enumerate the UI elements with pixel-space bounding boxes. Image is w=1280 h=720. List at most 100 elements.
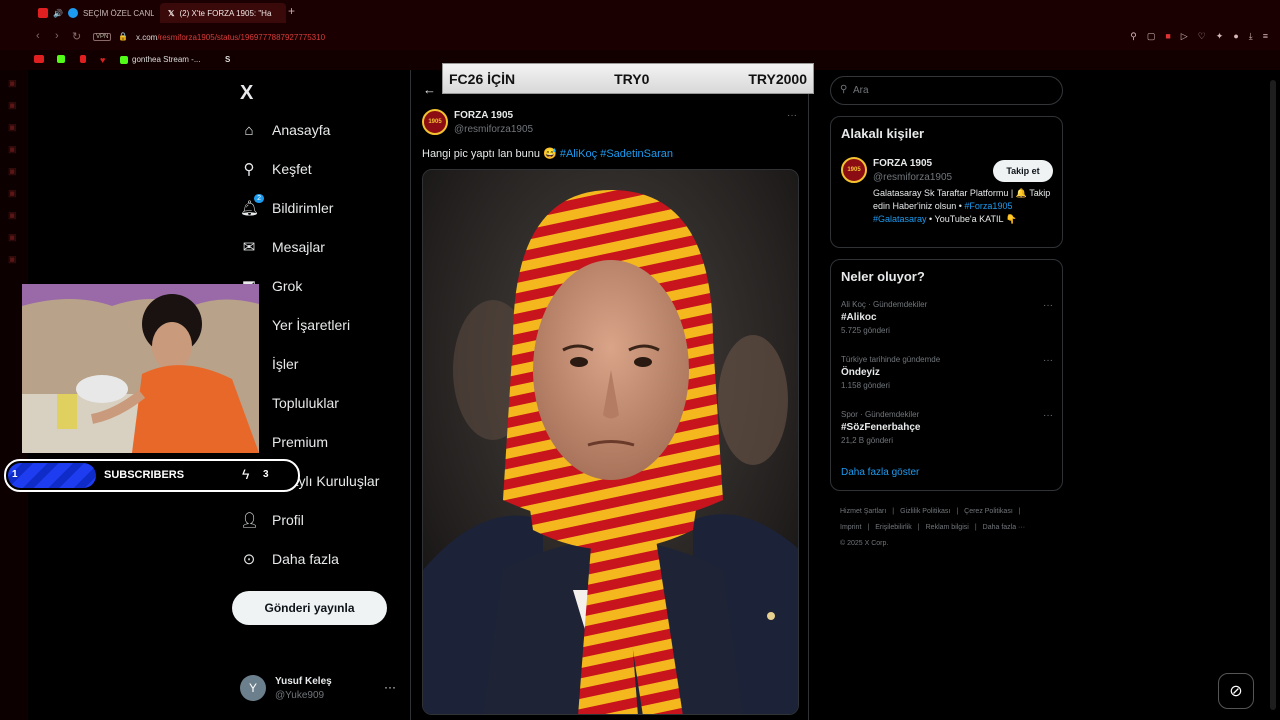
extensions-icon[interactable]: ✦ [1216, 31, 1224, 42]
show-more-link[interactable]: Daha fazla göster [841, 467, 919, 478]
footer-sep: | [867, 524, 870, 531]
avatar[interactable]: Y [240, 675, 266, 701]
profile-icon[interactable]: ● [1233, 31, 1238, 42]
download-icon[interactable]: ⤓ [1249, 31, 1253, 42]
nav-home[interactable]: ⌂ Anasayfa [240, 116, 330, 144]
sidebar-icon[interactable]: ▣ [8, 122, 20, 132]
footer-link[interactable]: Erişilebilirlik [875, 524, 912, 531]
trend-item[interactable]: Ali Koç · Gündemdekiler #Alikoc 5.725 gö… [841, 300, 1053, 335]
lightning-icon: ϟ [242, 466, 250, 482]
back-icon[interactable]: ‹ [36, 30, 40, 42]
trend-item[interactable]: Spor · Gündemdekiler #SözFenerbahçe 21,2… [841, 410, 1053, 445]
trend-name: Öndeyiz [841, 367, 880, 378]
trend-more-icon[interactable]: ··· [1043, 300, 1053, 311]
account-handle[interactable]: @Yuke909 [275, 690, 324, 701]
sidebar-icon[interactable]: ▣ [8, 100, 20, 110]
hashtag-link[interactable]: #AliKoç [560, 148, 597, 160]
scrollbar[interactable] [1270, 80, 1276, 710]
lock-icon[interactable]: 🔒 [118, 32, 128, 41]
nav-more[interactable]: ⊙ Daha fazla [240, 545, 339, 573]
subscriber-progress-fill [8, 463, 96, 488]
nav-notifications[interactable]: 🔔︎ 2 Bildirimler [240, 194, 333, 222]
post-handle[interactable]: @resmiforza1905 [454, 124, 533, 135]
banner-title: FC26 İÇİN [449, 70, 516, 87]
bookmark-heart[interactable]: ♥ [100, 55, 109, 65]
post-avatar[interactable]: 1905 [422, 109, 448, 135]
trends-card: Neler oluyor? Ali Koç · Gündemdekiler #A… [830, 259, 1063, 491]
reload-icon[interactable]: ↻ [72, 30, 81, 43]
record-icon[interactable]: ■ [1165, 31, 1170, 42]
bookmark-kick[interactable] [57, 55, 69, 63]
nav-messages[interactable]: ✉ Mesajlar [240, 233, 325, 261]
url-field[interactable]: x.com/resmiforza1905/status/196977788792… [136, 33, 325, 42]
footer-links: Hizmet Şartları | Gizlilik Politikası | Çere… [840, 504, 1060, 552]
post-author[interactable]: FORZA 1905 [454, 110, 513, 121]
bookmark-s[interactable]: S [225, 55, 230, 64]
forward-icon[interactable]: › [55, 30, 59, 42]
card-title: Neler oluyor? [841, 269, 925, 284]
nav-explore[interactable]: ⚲ Keşfet [240, 155, 312, 183]
sidebar-icon[interactable]: ▣ [8, 188, 20, 198]
webcam-overlay [22, 284, 259, 453]
account-name[interactable]: Yusuf Keleş [275, 676, 332, 687]
trend-more-icon[interactable]: ··· [1043, 355, 1053, 366]
nav-profile[interactable]: 👤︎ Profil [240, 506, 304, 534]
url-path: /resmiforza1905/status/19697778879277753… [157, 33, 326, 42]
trend-more-icon[interactable]: ··· [1043, 410, 1053, 421]
grok-float-button[interactable]: ⊘ [1218, 673, 1254, 709]
account-more-icon[interactable]: ··· [384, 680, 396, 694]
footer-link[interactable]: Gizlilik Politikası [900, 508, 950, 515]
related-handle[interactable]: @resmiforza1905 [873, 172, 952, 183]
sidebar-icon[interactable]: ▣ [8, 254, 20, 264]
trend-count: 1.158 gönderi [841, 381, 890, 390]
bookmark-youtube[interactable] [34, 55, 48, 63]
search-icon: ⚲ [243, 161, 255, 178]
heart-icon[interactable]: ♡ [1198, 31, 1206, 42]
pin-icon[interactable]: ⚲ [1130, 31, 1137, 42]
subscriber-label: SUBSCRIBERS [104, 469, 185, 481]
sidebar-icon[interactable]: ▣ [8, 166, 20, 176]
back-arrow-icon[interactable]: ← [423, 82, 436, 97]
play-icon[interactable]: ▷ [1181, 31, 1188, 42]
footer-link[interactable]: Hizmet Şartları [840, 508, 886, 515]
tab-x-post[interactable]: 𝕏 (2) X'te FORZA 1905: "Ha [160, 3, 286, 23]
screenshot-icon[interactable]: ▢ [1147, 31, 1156, 42]
nav-label: Topluluklar [272, 395, 339, 411]
bell-icon: 🔔︎ 2 [240, 194, 264, 217]
menu-icon[interactable]: ≡ [1263, 31, 1268, 42]
sidebar-icon[interactable]: ▣ [8, 78, 20, 88]
trend-meta: Spor · Gündemdekiler [841, 410, 920, 419]
new-tab-button[interactable]: + [288, 4, 295, 18]
sidebar-icon[interactable]: ▣ [8, 144, 20, 154]
x-logo[interactable]: X [240, 82, 253, 105]
post-button[interactable]: Gönderi yayınla [232, 591, 387, 625]
tab-secim[interactable]: 🔊 SEÇİM ÖZEL CANLI [30, 3, 154, 23]
footer-link[interactable]: Çerez Politikası [964, 508, 1013, 515]
follow-button[interactable]: Takip et [993, 160, 1053, 182]
footer-link[interactable]: Reklam bilgisi [926, 524, 969, 531]
trend-count: 5.725 gönderi [841, 326, 890, 335]
bookmark-label: gonthea Stream -... [132, 55, 201, 64]
footer-sep: | [917, 524, 920, 531]
post-image[interactable] [422, 169, 799, 715]
vpn-badge[interactable]: VPN [93, 33, 112, 41]
sidebar-icon[interactable]: ▣ [8, 210, 20, 220]
footer-link[interactable]: Daha fazla ··· [983, 524, 1025, 531]
bio-text: Galatasaray Sk Taraftar Platformu | 🔔 Ta… [873, 188, 1051, 211]
webcam-image [22, 284, 259, 453]
bookmark-gonthea[interactable]: gonthea Stream -... [120, 55, 200, 64]
trend-item[interactable]: Türkiye tarihinde gündemde Öndeyiz 1.158… [841, 355, 1053, 390]
search-input[interactable]: ⚲ Ara [830, 76, 1063, 105]
footer-link[interactable]: Imprint [840, 524, 861, 531]
nav-label: Daha fazla [272, 551, 339, 567]
related-avatar[interactable]: 1905 [841, 157, 867, 183]
bookmark-red[interactable] [80, 55, 90, 63]
post-more-icon[interactable]: ··· [787, 110, 797, 121]
hashtag-link[interactable]: #SadetinSaran [600, 148, 673, 160]
kick-icon [57, 55, 65, 63]
mail-icon: ✉ [242, 239, 256, 256]
nav-label: İşler [272, 356, 299, 372]
sidebar-icon[interactable]: ▣ [8, 232, 20, 242]
related-name[interactable]: FORZA 1905 [873, 158, 932, 169]
nav-label: Keşfet [272, 161, 312, 177]
